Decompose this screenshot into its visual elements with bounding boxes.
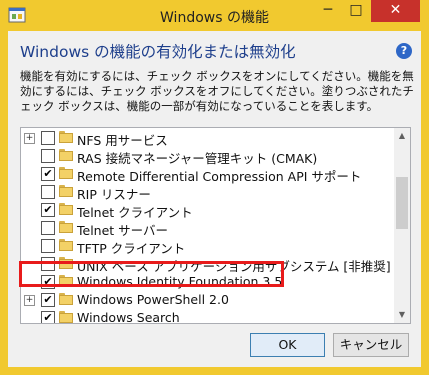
title-bar[interactable]: Windows の機能 ─ □ ✕ [0, 0, 429, 30]
cancel-button[interactable]: キャンセル [333, 333, 409, 357]
feature-label: Windows PowerShell 2.0 [77, 292, 229, 307]
description-text: 機能を有効にするには、チェック ボックスをオンにしてください。機能を無効にするに… [20, 69, 414, 113]
feature-row[interactable]: ✔ Telnet クライアント [21, 201, 393, 220]
feature-checkbox[interactable] [41, 149, 55, 163]
vertical-scrollbar[interactable]: ▲ ▼ [394, 128, 410, 323]
folder-icon [59, 167, 73, 179]
feature-row[interactable]: + ✔ Windows PowerShell 2.0 [21, 291, 393, 309]
ok-button[interactable]: OK [250, 333, 325, 357]
folder-icon [59, 311, 73, 323]
feature-checkbox[interactable] [41, 239, 55, 253]
feature-row[interactable]: + NFS 用サービス [21, 129, 393, 148]
feature-checkbox[interactable] [41, 131, 55, 145]
feature-checkbox[interactable] [41, 185, 55, 199]
feature-checkbox[interactable] [41, 221, 55, 235]
windows-features-window: Windows の機能 ─ □ ✕ Windows の機能の有効化または無効化 … [0, 0, 429, 375]
folder-icon [59, 149, 73, 161]
feature-row[interactable]: ✔ Windows Search [21, 309, 393, 324]
feature-checkbox[interactable]: ✔ [41, 167, 55, 181]
features-tree[interactable]: + NFS 用サービス RAS 接続マネージャー管理キット (CMAK) ✔ Remot… [20, 127, 411, 324]
folder-icon [59, 185, 73, 197]
folder-icon [59, 203, 73, 215]
scroll-thumb[interactable] [396, 177, 408, 229]
maximize-button[interactable]: □ [343, 0, 369, 22]
feature-checkbox[interactable]: ✔ [41, 293, 55, 307]
dialog-body: Windows の機能の有効化または無効化 ? 機能を有効にするには、チェック … [8, 31, 421, 367]
feature-row[interactable]: RIP リスナー [21, 183, 393, 202]
feature-row[interactable]: Telnet サーバー [21, 219, 393, 238]
expand-icon[interactable]: + [24, 295, 35, 306]
minimize-button[interactable]: ─ [315, 0, 341, 22]
feature-checkbox[interactable]: ✔ [41, 203, 55, 217]
feature-row[interactable]: ✔ Remote Differential Compression API サポー… [21, 165, 393, 184]
scroll-up-icon[interactable]: ▲ [394, 128, 410, 144]
feature-row[interactable]: TFTP クライアント [21, 237, 393, 256]
folder-icon [59, 221, 73, 233]
highlight-box [19, 261, 284, 287]
expand-icon[interactable]: + [24, 133, 35, 144]
help-icon[interactable]: ? [396, 43, 412, 59]
feature-checkbox[interactable]: ✔ [41, 311, 55, 323]
folder-icon [59, 293, 73, 305]
scroll-down-icon[interactable]: ▼ [394, 307, 410, 323]
feature-row[interactable]: RAS 接続マネージャー管理キット (CMAK) [21, 147, 393, 166]
folder-icon [59, 239, 73, 251]
close-button[interactable]: ✕ [371, 0, 420, 22]
folder-icon [59, 131, 73, 143]
feature-label: Windows Search [77, 310, 180, 324]
page-title: Windows の機能の有効化または無効化 [20, 43, 296, 61]
